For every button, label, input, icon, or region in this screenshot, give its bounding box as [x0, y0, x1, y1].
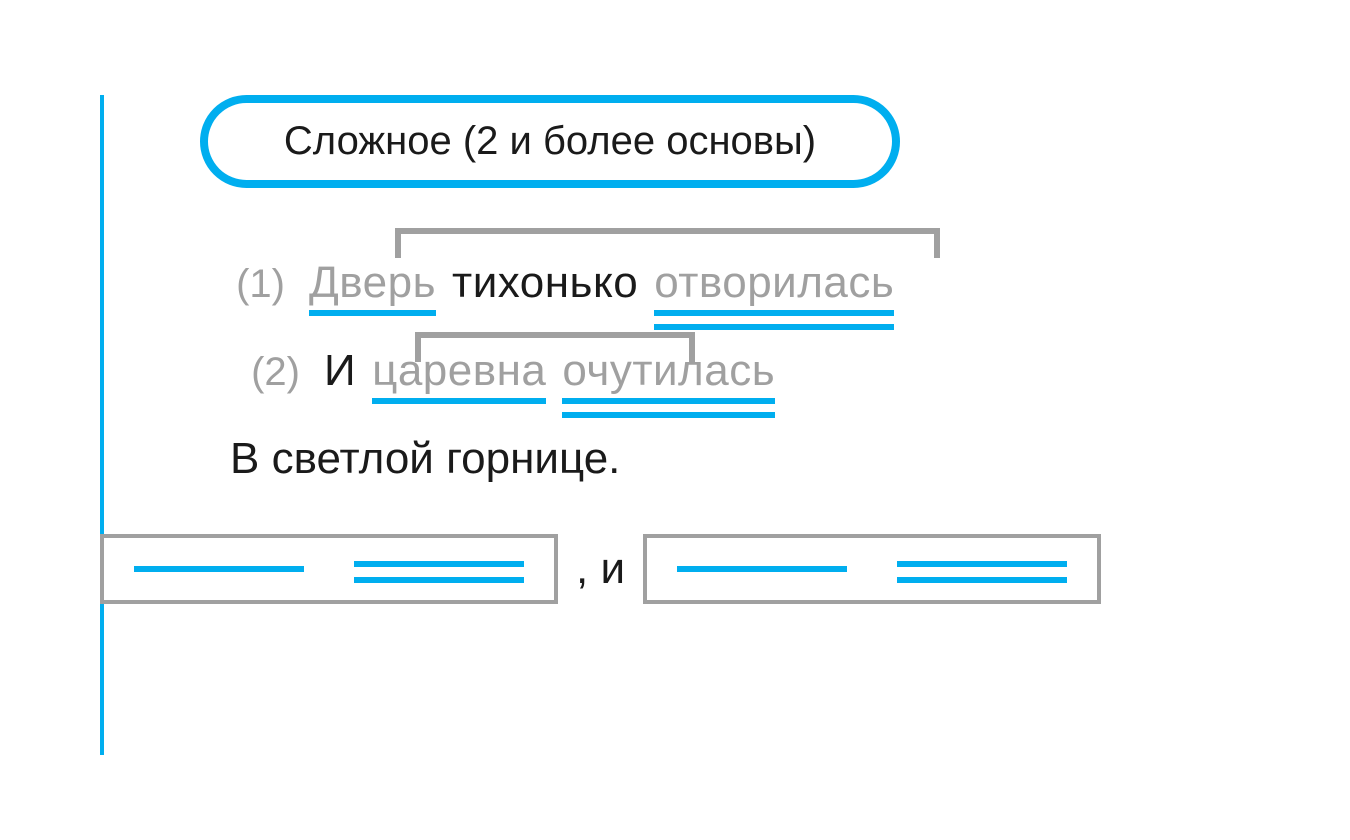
sentence-line-3: В светлой горнице. — [230, 434, 1250, 484]
line-number-1: (1) — [225, 262, 285, 307]
word-conjunction: И — [324, 346, 356, 396]
page-content: Сложное (2 и более основы) (1) Дверь тих… — [100, 95, 1250, 604]
header-pill: Сложное (2 и более основы) — [200, 95, 900, 188]
word-subject-1: Дверь — [309, 258, 436, 308]
word-predicate-1: отворилась — [654, 258, 894, 308]
example-block: (1) Дверь тихонько отворилась (2) И царе… — [100, 258, 1250, 604]
schema-subject-line — [134, 566, 304, 572]
sentence-line-2: (2) И царевна очутилась — [240, 346, 1250, 396]
schema-connector: , и — [572, 544, 629, 594]
sentence-line-1: (1) Дверь тихонько отворилась — [225, 258, 1250, 308]
schema-box-1 — [100, 534, 558, 604]
word-adverb-1: тихонько — [452, 258, 638, 308]
word-subject-2: царевна — [372, 346, 546, 396]
word-predicate-2: очутилась — [562, 346, 775, 396]
bracket-line-1 — [395, 228, 940, 258]
schema-row: , и — [100, 534, 1250, 604]
schema-box-2 — [643, 534, 1101, 604]
line-number-2: (2) — [240, 350, 300, 395]
schema-subject-line — [677, 566, 847, 572]
header-title: Сложное (2 и более основы) — [284, 119, 816, 163]
